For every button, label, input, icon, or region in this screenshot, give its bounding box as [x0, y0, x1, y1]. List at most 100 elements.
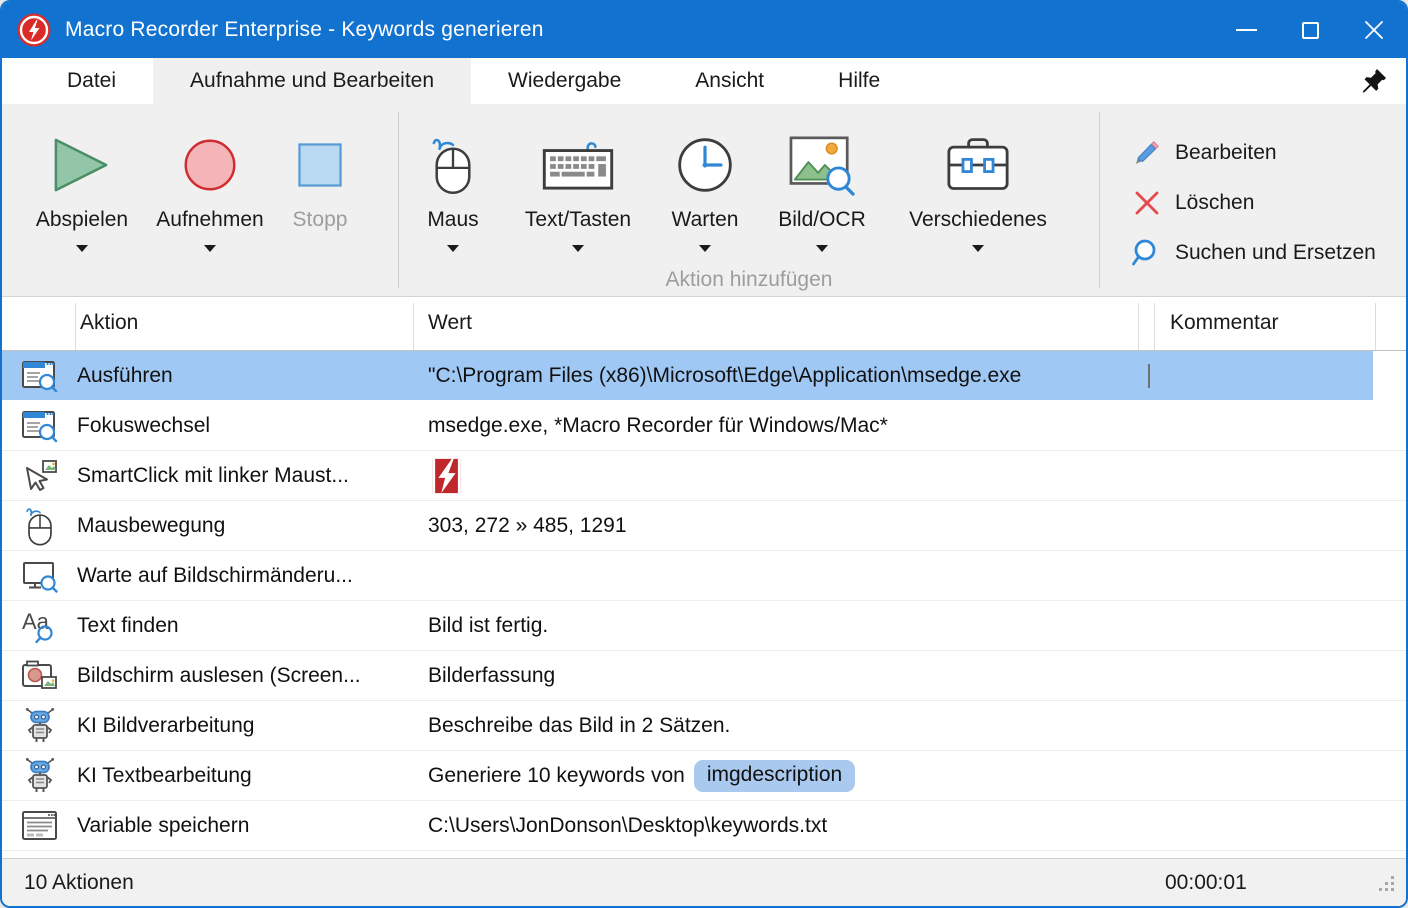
app-window-search-icon [2, 406, 77, 446]
column-header-kommentar[interactable]: Kommentar [1170, 311, 1279, 335]
action-cell: Warte auf Bildschirmänderu... [77, 564, 413, 588]
pencil-icon [1132, 138, 1162, 168]
action-cell: SmartClick mit linker Maust... [77, 464, 413, 488]
tab-aufnahme-und-bearbeiten[interactable]: Aufnahme und Bearbeiten [153, 58, 471, 104]
maximize-button[interactable] [1278, 2, 1342, 58]
value-cell: C:\Users\JonDonson\Desktop\keywords.txt [413, 814, 1406, 838]
table-row-bildschirm-auslesen-screen[interactable]: Bildschirm auslesen (Screen... Bilderfass… [2, 651, 1406, 701]
value-cell [413, 457, 1406, 495]
value-text: Bilderfassung [428, 664, 555, 688]
mouse-icon [2, 506, 77, 546]
chevron-down-icon[interactable] [972, 245, 984, 252]
table-row-variable-speichern[interactable]: Variable speichernC:\Users\JonDonson\Des… [2, 801, 1406, 851]
text-caret [1148, 364, 1150, 388]
chevron-down-icon[interactable] [204, 245, 216, 252]
verschiedenes-label: Verschiedenes [909, 208, 1047, 232]
warten-label: Warten [672, 208, 739, 232]
robot-icon [2, 756, 77, 796]
column-header-wert[interactable]: Wert [428, 311, 472, 335]
value-cell: Bild ist fertig. [413, 614, 1406, 638]
maus-label: Maus [427, 208, 478, 232]
action-cell: Ausführen [77, 364, 413, 388]
column-divider[interactable] [75, 303, 76, 350]
add-action-group: Aktion hinzufügen MausText/TastenWartenB… [399, 104, 1099, 296]
chevron-down-icon[interactable] [572, 245, 584, 252]
maximize-icon [1302, 22, 1319, 39]
table-row-ki-textbearbeitung[interactable]: KI TextbearbeitungGeneriere 10 keywords … [2, 751, 1406, 801]
chevron-down-icon[interactable] [699, 245, 711, 252]
tab-datei[interactable]: Datei [30, 58, 153, 104]
suchen-und-ersetzen-label: Suchen und Ersetzen [1175, 241, 1376, 265]
window-title: Macro Recorder Enterprise - Keywords gen… [65, 18, 544, 42]
camera-icon [2, 656, 77, 696]
table-row-ki-bildverarbeitung[interactable]: KI Bildverarbeitung Beschreibe das Bild i… [2, 701, 1406, 751]
ribbon-tab-bar: DateiAufnahme und BearbeitenWiedergabeAn… [2, 58, 1406, 104]
stopp-button[interactable]: Stopp [272, 104, 368, 296]
column-divider[interactable] [413, 303, 414, 350]
value-cell: 303, 272 » 485, 1291 [413, 514, 1406, 538]
action-cell: Text finden [77, 614, 413, 638]
tab-ansicht[interactable]: Ansicht [658, 58, 801, 104]
monitor-search-icon [2, 556, 77, 596]
search-icon [1132, 238, 1162, 268]
column-header-aktion[interactable]: Aktion [80, 311, 138, 335]
minimize-button[interactable] [1214, 2, 1278, 58]
table-row-ausf-hren[interactable]: Ausführen"C:\Program Files (x86)\Microso… [2, 351, 1406, 401]
bearbeiten-button[interactable]: Bearbeiten [1132, 128, 1406, 178]
edit-group: Bearbeiten Löschen Suchen und Ersetzen [1100, 104, 1406, 296]
table-row-warte-auf-bildschirm-nderu[interactable]: Warte auf Bildschirmänderu... [2, 551, 1406, 601]
abspielen-button[interactable]: Abspielen [16, 104, 148, 296]
stop-icon [292, 128, 348, 202]
suchen-und-ersetzen-button[interactable]: Suchen und Ersetzen [1132, 228, 1406, 278]
red-bolt-icon [428, 457, 466, 495]
robot-icon [2, 706, 77, 746]
aufnehmen-button[interactable]: Aufnehmen [148, 104, 272, 296]
clock-icon [675, 128, 735, 202]
resize-grip-icon[interactable] [1378, 875, 1396, 893]
table-row-text-finden[interactable]: Text findenBild ist fertig. [2, 601, 1406, 651]
duration: 00:00:01 [1165, 871, 1247, 895]
bild-ocr-label: Bild/OCR [778, 208, 866, 232]
chevron-down-icon[interactable] [816, 245, 828, 252]
tab-hilfe[interactable]: Hilfe [801, 58, 917, 104]
action-cell: KI Textbearbeitung [77, 764, 413, 788]
abspielen-label: Abspielen [36, 208, 128, 232]
value-cell: "C:\Program Files (x86)\Microsoft\Edge\A… [413, 364, 1406, 388]
app-window-search-icon [2, 356, 77, 396]
variable-chip: imgdescription [694, 760, 855, 792]
gap-strip [2, 851, 1406, 858]
column-divider[interactable] [1138, 303, 1139, 350]
table-row-mausbewegung[interactable]: Mausbewegung303, 272 » 485, 1291 [2, 501, 1406, 551]
close-button[interactable] [1342, 2, 1406, 58]
chevron-down-icon[interactable] [447, 245, 459, 252]
value-cell: Bilderfassung [413, 664, 1406, 688]
table-row-smartclick-mit-linker-maust[interactable]: SmartClick mit linker Maust... [2, 451, 1406, 501]
window-lines-icon [2, 806, 77, 846]
value-text: Beschreibe das Bild in 2 Sätzen. [428, 714, 730, 738]
minimize-icon [1236, 29, 1257, 31]
value-cell: Generiere 10 keywords vonimgdescription [413, 760, 1406, 792]
title-bar[interactable]: Macro Recorder Enterprise - Keywords gen… [2, 2, 1406, 58]
pin-icon[interactable] [1360, 67, 1388, 95]
column-divider[interactable] [1154, 303, 1155, 350]
table-row-fokuswechsel[interactable]: Fokuswechselmsedge.exe, *Macro Recorder … [2, 401, 1406, 451]
app-logo-icon [16, 12, 52, 48]
text-search-icon [2, 606, 77, 646]
bearbeiten-label: Bearbeiten [1175, 141, 1277, 165]
play-icon [53, 128, 111, 202]
action-list: Ausführen"C:\Program Files (x86)\Microso… [2, 351, 1406, 851]
column-divider[interactable] [1375, 303, 1376, 350]
chevron-down-icon[interactable] [76, 245, 88, 252]
tab-wiedergabe[interactable]: Wiedergabe [471, 58, 658, 104]
stopp-label: Stopp [293, 208, 348, 232]
status-bar: 10 Aktionen 00:00:01 [2, 858, 1406, 906]
l-schen-button[interactable]: Löschen [1132, 178, 1406, 228]
keyboard-icon [541, 128, 615, 202]
action-cell: KI Bildverarbeitung [77, 714, 413, 738]
image-search-icon [785, 128, 859, 202]
value-cell: Beschreibe das Bild in 2 Sätzen. [413, 714, 1406, 738]
window-controls [1214, 2, 1406, 58]
close-icon [1364, 20, 1384, 40]
action-cell: Bildschirm auslesen (Screen... [77, 664, 413, 688]
table-header: Aktion Wert Kommentar [2, 297, 1406, 351]
